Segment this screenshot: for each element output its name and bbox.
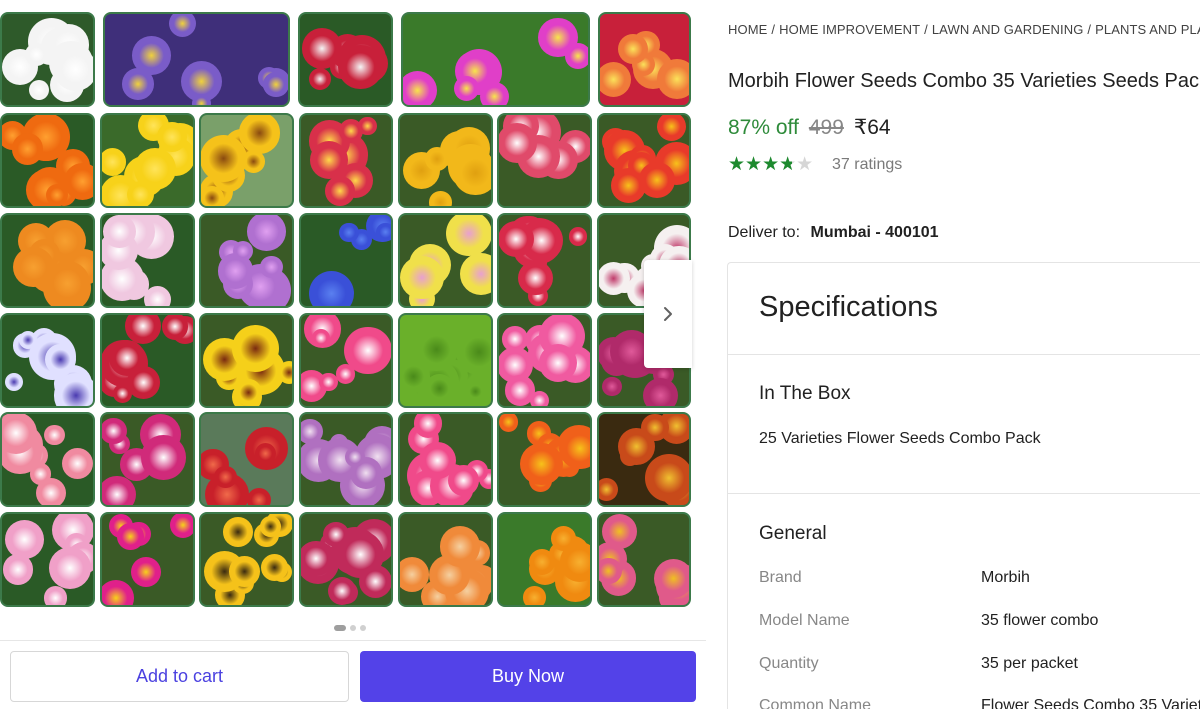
spec-value: Flower Seeds Combo 35 Varieties — [981, 697, 1200, 709]
in-the-box-section: In The Box 25 Varieties Flower Seeds Com… — [728, 355, 1200, 494]
breadcrumb-home-improvement[interactable]: HOME IMPROVEMENT — [779, 22, 920, 37]
flower-thumbnail — [398, 213, 493, 308]
delivery-pincode[interactable]: Mumbai - 400101 — [810, 224, 938, 241]
flower-thumbnail — [199, 313, 294, 408]
flower-thumbnail — [298, 12, 393, 107]
general-heading: General — [759, 523, 827, 544]
spec-value: 35 flower combo — [981, 612, 1099, 629]
flower-thumbnail — [100, 512, 195, 607]
flower-thumbnail — [100, 213, 195, 308]
breadcrumb-home[interactable]: HOME — [728, 22, 767, 37]
flower-thumbnail — [398, 313, 493, 408]
star-filled-icon: ★★★★★ — [728, 155, 793, 175]
flower-thumbnail — [401, 12, 590, 107]
flower-thumbnail — [398, 113, 493, 208]
spec-row-model-name: Model Name 35 flower combo — [759, 612, 1200, 634]
spec-row-quantity: Quantity 35 per packet — [759, 655, 1200, 677]
breadcrumb-plants-and-planters[interactable]: PLANTS AND PLANTERS — [1095, 22, 1200, 37]
star-rating: ★★★★★ ★★★★★ — [728, 155, 820, 175]
flower-thumbnail — [0, 512, 95, 607]
spec-value: 35 per packet — [981, 655, 1078, 672]
in-the-box-heading: In The Box — [759, 383, 851, 404]
pagination-dot[interactable] — [350, 625, 356, 631]
flower-thumbnail — [100, 313, 195, 408]
flower-thumbnail — [398, 512, 493, 607]
flower-thumbnail — [497, 213, 592, 308]
price-row: 87% off 499 ₹64 — [728, 115, 891, 140]
deliver-to-label: Deliver to: — [728, 224, 801, 241]
spec-key: Brand — [759, 569, 802, 586]
spec-key: Quantity — [759, 655, 819, 672]
flower-thumbnail — [100, 412, 195, 507]
flower-thumbnail — [199, 113, 294, 208]
ratings-count[interactable]: 37 ratings — [832, 156, 902, 174]
flower-thumbnail — [199, 512, 294, 607]
product-title: Morbih Flower Seeds Combo 35 Varieties S… — [728, 70, 1200, 92]
flower-thumbnail — [497, 113, 592, 208]
flower-thumbnail — [299, 412, 393, 507]
flower-thumbnail — [0, 313, 95, 408]
flower-thumbnail — [299, 313, 393, 408]
discount-percent: 87% off — [728, 116, 799, 139]
flower-thumbnail — [199, 213, 294, 308]
add-to-cart-button[interactable]: Add to cart — [10, 651, 349, 702]
flower-thumbnail — [199, 412, 294, 507]
spec-row-brand: Brand Morbih — [759, 569, 1200, 591]
flower-thumbnail — [398, 412, 493, 507]
flower-thumbnail — [299, 512, 393, 607]
pagination-dot[interactable] — [334, 625, 346, 631]
chevron-right-icon — [664, 307, 672, 321]
divider — [0, 640, 706, 641]
flower-thumbnail — [0, 412, 95, 507]
flower-thumbnail — [497, 512, 592, 607]
original-price: 499 — [808, 116, 844, 139]
spec-key: Model Name — [759, 612, 850, 629]
rating-row[interactable]: ★★★★★ ★★★★★ 37 ratings — [728, 155, 902, 175]
flower-thumbnail — [0, 213, 95, 308]
flower-thumbnail — [299, 113, 393, 208]
breadcrumb: HOME / HOME IMPROVEMENT / LAWN AND GARDENING… — [728, 22, 1200, 37]
flower-thumbnail — [597, 412, 691, 507]
specifications-card: Specifications In The Box 25 Varieties F… — [727, 262, 1200, 709]
specifications-header: Specifications — [728, 263, 1200, 355]
flower-thumbnail — [0, 12, 95, 107]
spec-value: Morbih — [981, 569, 1030, 586]
breadcrumb-lawn-and-gardening[interactable]: LAWN AND GARDENING — [932, 22, 1084, 37]
delivery-location[interactable]: Deliver to: Mumbai - 400101 — [728, 224, 939, 242]
flower-thumbnail — [497, 313, 592, 408]
flower-thumbnail — [597, 512, 691, 607]
selling-price: ₹64 — [853, 116, 891, 139]
spec-key: Common Name — [759, 697, 872, 709]
flower-thumbnail — [497, 412, 592, 507]
flower-thumbnail — [0, 113, 95, 208]
spec-row-common-name: Common Name Flower Seeds Combo 35 Variet… — [759, 697, 1200, 709]
in-the-box-text: 25 Varieties Flower Seeds Combo Pack — [759, 430, 1041, 447]
flower-thumbnail — [597, 113, 691, 208]
flower-thumbnail — [598, 12, 691, 107]
product-image-gallery[interactable] — [0, 8, 700, 610]
buy-now-button[interactable]: Buy Now — [360, 651, 696, 702]
gallery-next-button[interactable] — [644, 260, 692, 368]
flower-thumbnail — [103, 12, 290, 107]
flower-thumbnail — [100, 113, 195, 208]
flower-thumbnail — [299, 213, 393, 308]
gallery-pagination-dots — [0, 622, 700, 634]
specifications-title: Specifications — [759, 291, 938, 323]
pagination-dot[interactable] — [360, 625, 366, 631]
